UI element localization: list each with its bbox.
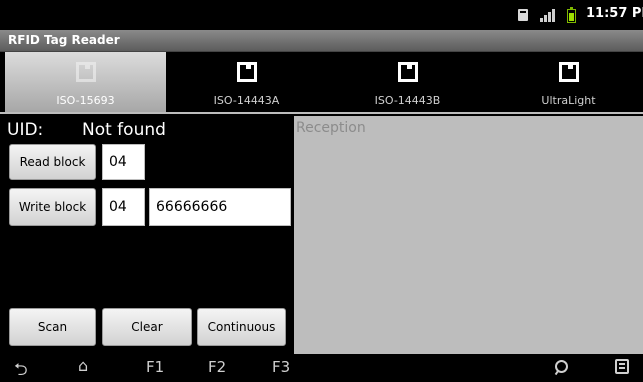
back-icon[interactable]: ⮌ — [14, 357, 28, 382]
nav-bar: ⮌ ⌂ F1 F2 F3 — [0, 354, 643, 382]
uid-label: UID: — [7, 120, 44, 140]
title-bar: RFID Tag Reader — [0, 30, 643, 52]
tab-label: ISO-15693 — [56, 94, 115, 107]
read-block-button[interactable]: Read block — [9, 144, 96, 180]
status-clock: 11:57 PM — [586, 6, 643, 21]
status-bar: 11:57 PM — [0, 0, 643, 30]
app-title: RFID Tag Reader — [8, 33, 120, 47]
write-data-input[interactable]: 66666666 — [149, 188, 291, 226]
tab-ultralight[interactable]: UltraLight — [488, 52, 643, 112]
reception-area[interactable]: Reception — [294, 116, 643, 354]
write-block-button[interactable]: Write block — [9, 188, 96, 226]
tab-label: ISO-14443A — [213, 94, 280, 107]
tab-iso-15693[interactable]: ISO-15693 — [5, 52, 166, 112]
tag-icon — [397, 62, 418, 82]
tag-icon — [558, 62, 579, 82]
tab-iso-14443b[interactable]: ISO-14443B — [327, 52, 488, 112]
search-icon[interactable] — [554, 360, 568, 374]
scan-button[interactable]: Scan — [9, 308, 96, 346]
tab-label: UltraLight — [541, 94, 596, 107]
signal-icon — [540, 9, 556, 22]
tag-icon — [75, 62, 96, 82]
sim-icon — [518, 9, 528, 21]
tag-icon — [236, 62, 257, 82]
continuous-button[interactable]: Continuous — [197, 308, 286, 346]
uid-value: Not found — [82, 120, 166, 140]
clear-button[interactable]: Clear — [102, 308, 192, 346]
home-icon[interactable]: ⌂ — [78, 356, 88, 375]
tab-label: ISO-14443B — [374, 94, 441, 107]
f3-button[interactable]: F3 — [272, 358, 290, 376]
write-block-number-input[interactable]: 04 — [102, 188, 145, 226]
f2-button[interactable]: F2 — [208, 358, 226, 376]
read-block-number-input[interactable]: 04 — [102, 144, 145, 180]
tab-bar: ISO-15693 ISO-14443A ISO-14443B UltraLig… — [0, 52, 643, 114]
menu-icon[interactable] — [615, 359, 629, 374]
control-panel: UID: Not found Read block 04 Write block… — [0, 116, 292, 354]
f1-button[interactable]: F1 — [146, 358, 164, 376]
reception-label: Reception — [296, 120, 366, 136]
battery-icon — [567, 7, 576, 23]
tab-iso-14443a[interactable]: ISO-14443A — [166, 52, 327, 112]
